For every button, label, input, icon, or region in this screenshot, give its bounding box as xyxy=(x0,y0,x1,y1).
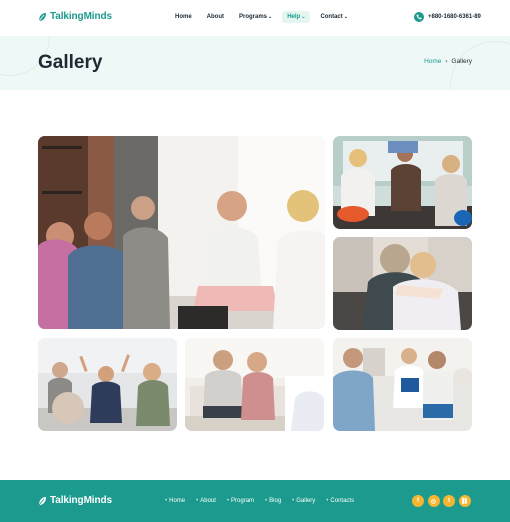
nav-contact[interactable]: Contact⌄ xyxy=(315,11,353,23)
footer-nav-program[interactable]: Program xyxy=(227,498,254,504)
page-title: Gallery xyxy=(38,52,103,73)
phone-contact[interactable]: +880-1680-6361-89 xyxy=(414,12,481,22)
gallery-photo-couple-counseling[interactable] xyxy=(185,338,324,431)
breadcrumb-current: Gallery xyxy=(451,58,472,65)
footer-nav-blog[interactable]: Blog xyxy=(265,498,281,504)
nav-help[interactable]: Help⌄ xyxy=(282,11,311,23)
footer-nav-gallery[interactable]: Gallery xyxy=(292,498,315,504)
social-links: f ◎ t ⛓ xyxy=(412,495,471,507)
breadcrumb-separator-icon: › xyxy=(445,58,448,65)
gallery-photo-high-five[interactable] xyxy=(333,136,472,229)
gallery-photo-session-notes[interactable] xyxy=(333,338,472,431)
page-banner: Gallery Home › Gallery xyxy=(0,36,510,90)
link-icon[interactable]: ⛓ xyxy=(458,495,471,507)
chevron-down-icon: ⌄ xyxy=(301,14,306,20)
footer-logo-text: TalkingMinds xyxy=(50,495,112,506)
footer-nav-contacts[interactable]: Contacts xyxy=(326,498,354,504)
leaf-logo-icon xyxy=(38,12,47,22)
chevron-down-icon: ⌄ xyxy=(343,14,348,20)
phone-icon xyxy=(414,12,424,22)
breadcrumb: Home › Gallery xyxy=(424,58,472,65)
footer-logo[interactable]: TalkingMinds xyxy=(38,495,112,506)
footer-nav-about[interactable]: About xyxy=(196,498,216,504)
site-footer: TalkingMinds Home About Program Blog Gal… xyxy=(0,480,510,522)
gallery-photo-hug[interactable] xyxy=(333,237,472,330)
leaf-logo-icon xyxy=(38,496,47,506)
footer-nav: Home About Program Blog Gallery Contacts xyxy=(165,498,365,504)
logo-text: TalkingMinds xyxy=(50,11,112,22)
twitter-icon[interactable]: t xyxy=(443,495,455,507)
banner-decoration xyxy=(450,41,510,90)
site-header: TalkingMinds Home About Programs⌄ Help⌄ … xyxy=(0,0,510,36)
facebook-icon[interactable]: f xyxy=(412,495,424,507)
breadcrumb-home-link[interactable]: Home xyxy=(424,58,441,65)
footer-nav-home[interactable]: Home xyxy=(165,498,185,504)
phone-number: +880-1680-6361-89 xyxy=(428,14,481,20)
chevron-down-icon: ⌄ xyxy=(268,14,273,20)
nav-home[interactable]: Home xyxy=(170,11,197,23)
instagram-icon[interactable]: ◎ xyxy=(427,495,440,507)
nav-programs[interactable]: Programs⌄ xyxy=(234,11,277,23)
nav-about[interactable]: About xyxy=(202,11,229,23)
header-logo[interactable]: TalkingMinds xyxy=(38,11,112,22)
main-nav: Home About Programs⌄ Help⌄ Contact⌄ xyxy=(170,11,358,23)
gallery-photo-raised-hands[interactable] xyxy=(38,338,177,431)
gallery-photo-group-therapy[interactable] xyxy=(38,136,325,329)
